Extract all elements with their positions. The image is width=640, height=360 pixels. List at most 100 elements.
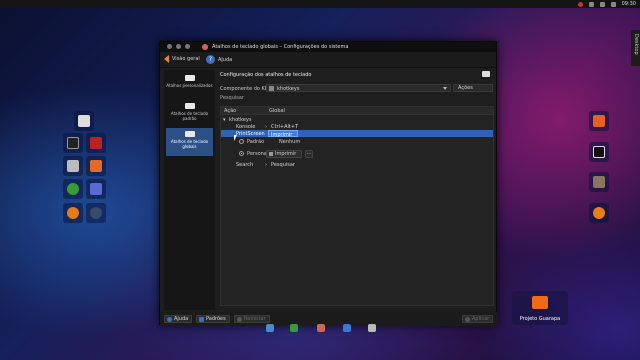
audacity-launcher[interactable] [86,156,106,176]
volume-icon[interactable] [599,1,605,7]
reset-icon [237,317,242,322]
keyboard-icon [184,131,195,137]
terminal-launcher[interactable] [63,133,83,153]
actions-label: Ações [458,85,473,91]
custom-key-button[interactable]: Imprimir [266,150,302,158]
chevron-right-icon: › [265,162,267,168]
sidebar: Atalhos personalizados Atalhos de teclad… [164,70,215,310]
blender-icon [593,207,605,219]
defaults-button[interactable]: Padrões [196,315,230,323]
task-app-icon[interactable] [368,324,376,332]
top-panel: 09:30 [0,0,640,8]
firefox-icon [67,207,79,219]
maximize-icon[interactable] [185,44,190,49]
shortcut-value: Imprimir [271,132,293,138]
settings-window: Atalhos de teclado globais – Configuraçõ… [159,41,498,326]
shortcut-value: Pesquisar [271,162,295,168]
edge-tab-label: Desktop [633,34,639,55]
wave-icon [90,183,102,195]
table-row[interactable]: Konsole › Ctrl+Alt+T [221,123,493,130]
component-icon [269,86,274,91]
notes-icon [78,115,90,127]
notification-icon[interactable] [577,1,583,7]
wave-app-launcher[interactable] [86,179,106,199]
task-spreadsheet-icon[interactable] [290,324,298,332]
desktop-edge-tab[interactable]: Desktop [631,30,640,66]
inkscape-launcher[interactable] [589,142,609,162]
help-menu-button[interactable]: ? Ajuda [206,55,232,64]
sidebar-item-label: Atalhos personalizados [166,83,213,88]
main-content: Configuração dos atalhos de teclado Comp… [220,70,494,310]
apply-button-label: Aplicar [472,316,490,322]
overview-label: Visão geral [172,56,200,62]
defaults-button-label: Padrões [206,316,226,322]
help-icon [167,317,172,322]
inkscape-icon [593,146,605,158]
audacity-icon [90,160,102,172]
default-label: Padrão [247,139,265,145]
sidebar-item-global-shortcuts[interactable]: Atalhos de teclado globais [166,128,213,156]
table-row[interactable]: Search › Pesquisar [221,161,493,168]
shortcut-input[interactable]: Imprimir [268,130,298,138]
custom-radio[interactable] [239,151,244,156]
app-icon [202,44,208,50]
overview-button[interactable]: Visão geral [164,55,200,63]
firefox-launcher[interactable] [63,203,83,223]
help-button[interactable]: Ajuda [164,315,193,323]
task-files-icon[interactable] [266,324,274,332]
display-icon[interactable] [588,1,594,7]
reset-button[interactable]: Reiniciar [234,315,270,323]
terminal-icon [67,137,79,149]
defaults-icon [199,317,204,322]
task-settings-icon[interactable] [317,324,325,332]
window-title: Atalhos de teclado globais – Configuraçõ… [212,44,349,50]
actions-button[interactable]: Ações [453,84,493,92]
text-editor-launcher[interactable] [74,111,94,131]
toolbar: Visão geral ? Ajuda [160,52,496,68]
chrome-launcher[interactable] [63,179,83,199]
mouse-cursor-icon [234,135,237,141]
chevron-down-icon [443,87,447,90]
bag-icon [593,115,605,127]
help-icon: ? [206,55,215,64]
sidebar-item-custom-shortcuts[interactable]: Atalhos personalizados [166,72,213,100]
more-button[interactable]: ... [305,150,313,158]
sidebar-item-label: Atalhos de teclado padrão [170,111,209,121]
default-value: Nenhum [279,139,301,145]
custom-key-label: Imprimir [275,151,297,157]
minimize-icon[interactable] [176,44,181,49]
button-bar: Ajuda Padrões Reiniciar Aplicar [160,312,498,326]
task-document-icon[interactable] [343,324,351,332]
table-row-selected[interactable]: PrintScreen Imprimir [221,130,493,138]
help-label: Ajuda [218,56,233,63]
search-placeholder: Pesquisar [220,95,244,101]
gimp-launcher[interactable] [589,172,609,192]
key-icon [269,152,273,156]
keyboard-icon [184,75,195,81]
window-titlebar[interactable]: Atalhos de teclado globais – Configuraçõ… [160,42,496,52]
clock[interactable]: 09:30 [622,1,636,7]
steam-launcher[interactable] [86,203,106,223]
search-input[interactable]: Pesquisar [220,95,494,103]
component-select[interactable]: khotkeys [266,84,451,92]
window-controls [167,44,190,49]
desktop-folder[interactable]: Projeto Guarapa [512,291,568,325]
system-tray: 09:30 [577,1,636,7]
sidebar-item-standard-shortcuts[interactable]: Atalhos de teclado padrão [166,100,213,128]
close-icon[interactable] [167,44,172,49]
column-header-action[interactable]: Ação [224,108,236,114]
column-header-global[interactable]: Global [269,108,285,114]
network-icon[interactable] [610,1,616,7]
folder-label: Projeto Guarapa [519,316,561,322]
tree-header: Ação Global [221,107,493,115]
blender-launcher[interactable] [589,203,609,223]
apply-icon [465,317,470,322]
page-title: Configuração dos atalhos de teclado [220,72,312,78]
chrome-icon [67,183,79,195]
tree-group-row[interactable]: ▾ khotkeys [221,116,493,123]
apply-button[interactable]: Aplicar [462,315,494,323]
default-radio[interactable] [239,139,244,144]
filezilla-launcher[interactable] [86,133,106,153]
calculator-launcher[interactable] [63,156,83,176]
software-center-launcher[interactable] [589,111,609,131]
